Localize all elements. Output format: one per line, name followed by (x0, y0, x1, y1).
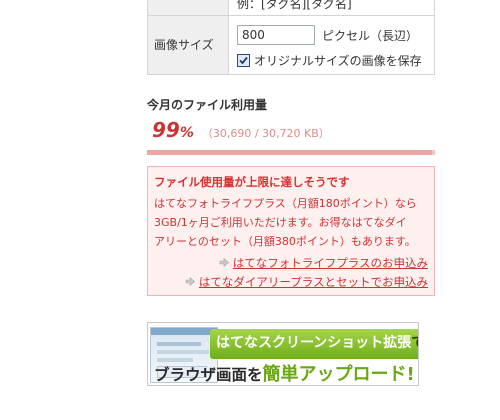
usage-percent: 99 (152, 118, 180, 142)
image-size-input[interactable] (237, 25, 315, 45)
usage-percent-sign: % (179, 125, 194, 141)
settings-table: 例：[タグ名][タグ名] 画像サイズ ピクセル（長辺） オリジナルサイズの画像を… (147, 0, 435, 75)
image-size-label: 画像サイズ (147, 15, 229, 75)
banner-tagline-c: 簡単アップロード! (262, 364, 415, 385)
usage-progress-bar (147, 150, 435, 155)
usage-progress-fill (147, 150, 433, 155)
keep-original-option[interactable]: オリジナルサイズの画像を保存 (237, 51, 434, 69)
image-size-row: 画像サイズ ピクセル（長辺） オリジナルサイズの画像を保存 (147, 15, 435, 75)
usage-summary: 99 % （30,690 / 30,720 KB） (152, 118, 330, 142)
tags-row: 例：[タグ名][タグ名] (147, 0, 435, 16)
warning-line-2: 3GB/1ヶ月ご利用いただけます。お得なはてなダイ (154, 216, 407, 229)
image-size-line: ピクセル（長辺） (237, 23, 434, 47)
diary-plus-set-signup-link[interactable]: はてなダイアリープラスとセットでお申込み (199, 274, 428, 290)
warning-line-3: アリーとのセット（月額380ポイント）もあります。 (154, 235, 416, 248)
usage-detail: （30,690 / 30,720 KB） (201, 127, 330, 140)
usage-warning-box: ファイル使用量が上限に達しそうです はてなフォトライフプラス（月額180ポイント… (147, 166, 435, 296)
photolife-plus-signup-link[interactable]: はてなフォトライフプラスのお申込み (233, 255, 428, 271)
screenshot-extension-banner[interactable]: はてなスクリーンショット拡張で ブラウザ画面を簡単アップロード! (147, 322, 419, 386)
image-size-cell: ピクセル（長辺） オリジナルサイズの画像を保存 (228, 15, 435, 75)
keep-original-checkbox[interactable] (237, 53, 250, 67)
image-size-unit: ピクセル（長辺） (322, 28, 419, 43)
banner-headline-tail: で (411, 335, 418, 351)
keep-original-label: オリジナルサイズの画像を保存 (254, 53, 422, 68)
warning-title: ファイル使用量が上限に達しそうです (154, 175, 350, 189)
warning-links: はてなフォトライフプラスのお申込み はてなダイアリープラスとセットでお申込み (185, 253, 428, 291)
banner-headline-main: はてなスクリーンショット拡張 (216, 335, 412, 351)
arrow-right-icon (185, 276, 195, 287)
usage-title: 今月のファイル利用量 (147, 98, 268, 112)
tags-example: 例：[タグ名][タグ名] (228, 0, 435, 16)
banner-tagline-a: ブラウザ画面 (154, 366, 248, 384)
warning-line-1: はてなフォトライフプラス（月額180ポイント）なら (154, 197, 417, 210)
warning-message: はてなフォトライフプラス（月額180ポイント）なら 3GB/1ヶ月ご利用いただけ… (154, 194, 428, 251)
photolife-plus-link-row: はてなフォトライフプラスのお申込み (185, 253, 428, 272)
arrow-right-icon (219, 257, 229, 268)
checkmark-icon (239, 56, 248, 64)
banner-tagline: ブラウザ画面を簡単アップロード! (154, 360, 415, 385)
tags-label-cell (147, 0, 229, 16)
banner-tagline-b: を (247, 366, 263, 384)
banner-headline: はてなスクリーンショット拡張で (216, 332, 418, 352)
diary-plus-link-row: はてなダイアリープラスとセットでお申込み (185, 272, 428, 291)
